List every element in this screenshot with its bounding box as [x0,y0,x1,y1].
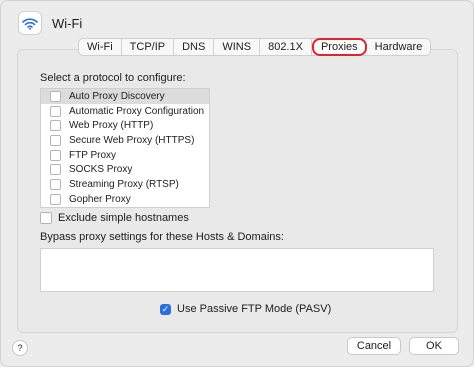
protocol-label: Streaming Proxy (RTSP) [69,178,179,190]
cancel-button[interactable]: Cancel [347,337,401,355]
protocol-label: SOCKS Proxy [69,164,133,176]
passive-ftp-option[interactable]: ✓ Use Passive FTP Mode (PASV) [160,303,331,315]
protocol-item[interactable]: Secure Web Proxy (HTTPS) [41,133,209,148]
exclude-simple-hostnames-checkbox[interactable] [40,212,52,224]
protocol-label: Web Proxy (HTTP) [69,120,154,132]
protocol-item[interactable]: Web Proxy (HTTP) [41,118,209,133]
help-button[interactable]: ? [12,340,28,356]
protocol-checkbox[interactable] [50,134,61,146]
bypass-label: Bypass proxy settings for these Hosts & … [40,231,284,243]
protocol-item[interactable]: FTP Proxy [41,148,209,163]
protocol-label: Secure Web Proxy (HTTPS) [69,134,195,146]
tab-wifi[interactable]: Wi-Fi [79,39,122,55]
tab-hardware[interactable]: Hardware [367,39,431,55]
bypass-hosts-field[interactable] [40,248,434,292]
protocol-checkbox[interactable] [50,120,61,132]
tab-8021x[interactable]: 802.1X [260,39,312,55]
protocol-checkbox[interactable] [50,105,61,117]
window-header: Wi-Fi [18,11,83,35]
protocol-label: Automatic Proxy Configuration [69,105,205,117]
protocol-item[interactable]: Automatic Proxy Configuration [41,104,209,119]
protocol-item[interactable]: SOCKS Proxy [41,162,209,177]
tab-wins[interactable]: WINS [214,39,261,55]
protocol-checkbox[interactable] [50,164,61,176]
protocol-label: FTP Proxy [69,149,117,161]
protocol-prompt: Select a protocol to configure: [40,72,186,84]
tab-dns[interactable]: DNS [174,39,215,55]
ok-button[interactable]: OK [409,337,459,355]
tab-proxies[interactable]: Proxies [311,38,367,56]
exclude-simple-hostnames-label: Exclude simple hostnames [58,212,189,224]
exclude-simple-hostnames[interactable]: Exclude simple hostnames [40,212,189,224]
protocol-item[interactable]: Auto Proxy Discovery [41,89,209,104]
tab-tcp-ip[interactable]: TCP/IP [122,39,175,55]
protocol-label: Auto Proxy Discovery [69,90,165,102]
protocol-checkbox[interactable] [50,90,61,102]
protocol-checkbox[interactable] [50,149,61,161]
window-title: Wi-Fi [52,15,83,31]
bypass-hosts-value [41,249,433,253]
protocol-item[interactable]: Streaming Proxy (RTSP) [41,177,209,192]
protocol-checkbox[interactable] [50,178,61,190]
passive-ftp-label: Use Passive FTP Mode (PASV) [177,303,332,315]
protocol-item[interactable]: Gopher Proxy [41,192,209,207]
protocol-checkbox[interactable] [50,193,61,205]
settings-tabs: Wi-Fi TCP/IP DNS WINS 802.1X Proxies Har… [78,38,432,56]
checkmark-icon[interactable]: ✓ [160,303,171,315]
protocol-label: Gopher Proxy [69,193,131,205]
wifi-icon [18,11,42,35]
protocol-list: Auto Proxy Discovery Automatic Proxy Con… [40,88,210,208]
